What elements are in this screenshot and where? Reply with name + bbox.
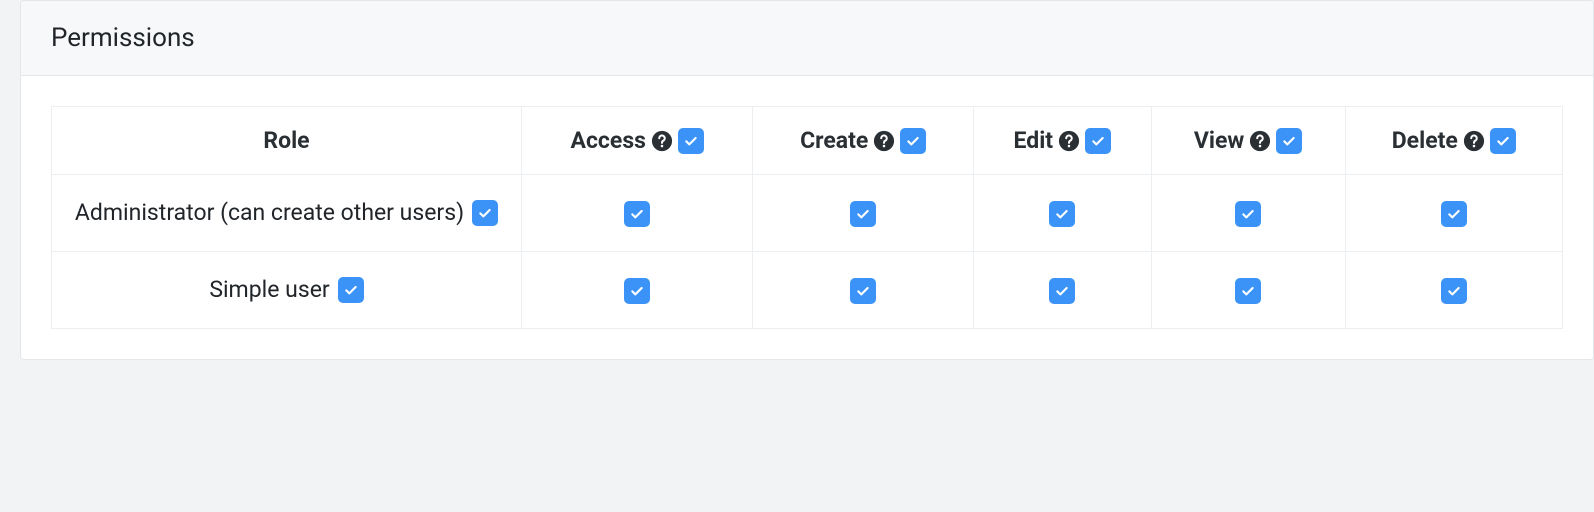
header-edit: Edit: [974, 107, 1152, 175]
question-circle-icon[interactable]: [873, 130, 895, 152]
header-view-label: View: [1194, 129, 1244, 152]
toggle-row-checkbox[interactable]: [472, 200, 498, 226]
perm-create-checkbox[interactable]: [850, 201, 876, 227]
perm-cell-view: [1151, 251, 1345, 328]
panel-body: Role Access: [21, 76, 1593, 359]
perm-delete-checkbox[interactable]: [1441, 278, 1467, 304]
role-label: Administrator (can create other users): [75, 201, 464, 224]
permissions-table: Role Access: [51, 106, 1563, 329]
perm-cell-create: [753, 251, 974, 328]
toggle-all-delete-checkbox[interactable]: [1490, 128, 1516, 154]
perm-cell-delete: [1345, 251, 1562, 328]
perm-cell-delete: [1345, 175, 1562, 252]
header-role-label: Role: [263, 127, 309, 154]
table-row: Administrator (can create other users): [52, 175, 1563, 252]
question-circle-icon[interactable]: [651, 130, 673, 152]
table-row: Simple user: [52, 251, 1563, 328]
permissions-card: Permissions Role Access: [20, 0, 1594, 360]
header-delete: Delete: [1345, 107, 1562, 175]
header-create-label: Create: [800, 129, 868, 152]
perm-edit-checkbox[interactable]: [1049, 201, 1075, 227]
perm-view-checkbox[interactable]: [1235, 278, 1261, 304]
header-delete-label: Delete: [1392, 129, 1458, 152]
role-label: Simple user: [209, 278, 329, 301]
perm-create-checkbox[interactable]: [850, 278, 876, 304]
perm-cell-edit: [974, 175, 1152, 252]
header-access: Access: [522, 107, 753, 175]
perm-cell-view: [1151, 175, 1345, 252]
toggle-all-view-checkbox[interactable]: [1276, 128, 1302, 154]
perm-delete-checkbox[interactable]: [1441, 201, 1467, 227]
toggle-row-checkbox[interactable]: [338, 277, 364, 303]
perm-cell-access: [522, 175, 753, 252]
perm-cell-edit: [974, 251, 1152, 328]
header-access-label: Access: [570, 129, 645, 152]
question-circle-icon[interactable]: [1058, 130, 1080, 152]
header-role: Role: [52, 107, 522, 175]
question-circle-icon[interactable]: [1249, 130, 1271, 152]
panel-title: Permissions: [21, 1, 1593, 76]
perm-cell-create: [753, 175, 974, 252]
header-create: Create: [753, 107, 974, 175]
role-cell: Administrator (can create other users): [52, 175, 522, 252]
perm-edit-checkbox[interactable]: [1049, 278, 1075, 304]
perm-access-checkbox[interactable]: [624, 278, 650, 304]
role-cell: Simple user: [52, 251, 522, 328]
header-view: View: [1151, 107, 1345, 175]
header-edit-label: Edit: [1014, 129, 1054, 152]
perm-access-checkbox[interactable]: [624, 201, 650, 227]
toggle-all-access-checkbox[interactable]: [678, 128, 704, 154]
toggle-all-edit-checkbox[interactable]: [1085, 128, 1111, 154]
table-header-row: Role Access: [52, 107, 1563, 175]
perm-cell-access: [522, 251, 753, 328]
perm-view-checkbox[interactable]: [1235, 201, 1261, 227]
toggle-all-create-checkbox[interactable]: [900, 128, 926, 154]
question-circle-icon[interactable]: [1463, 130, 1485, 152]
